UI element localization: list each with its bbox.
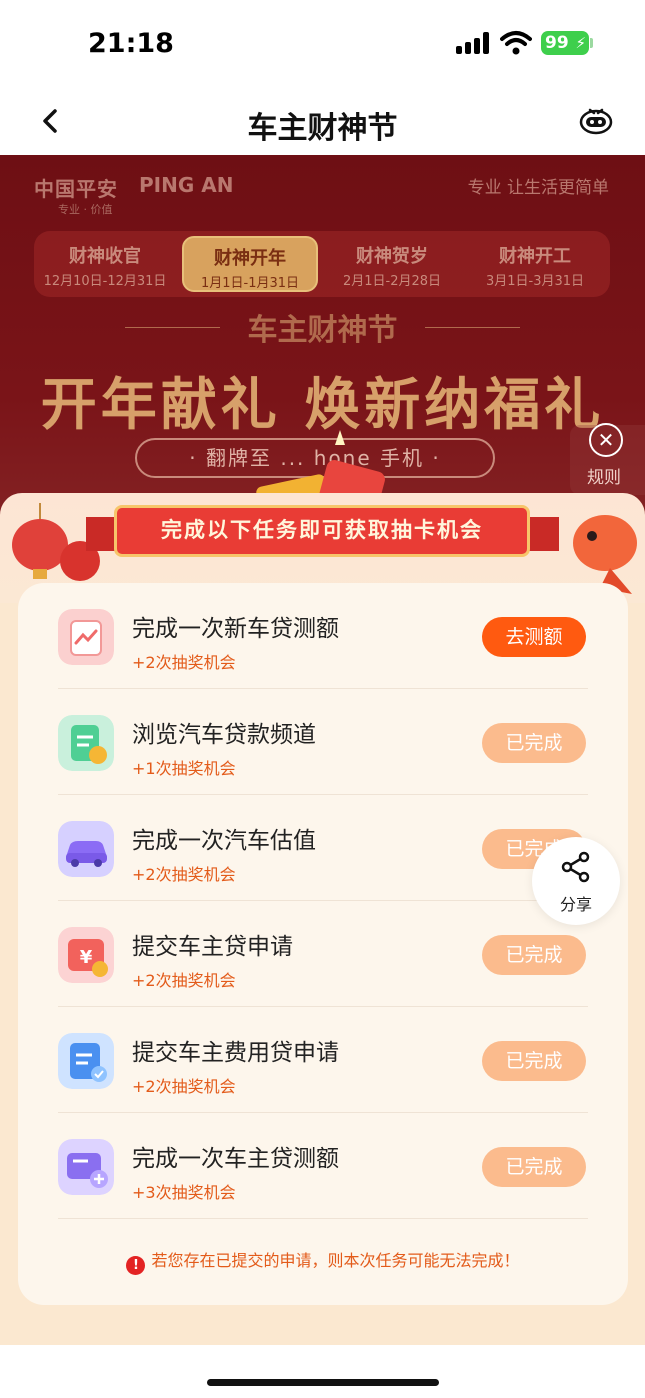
task-reward: +2次抽奖机会 [132,971,236,990]
rules-label: 规则 [587,468,621,488]
task-title: 完成一次新车贷测额 [132,616,339,642]
task-row: 完成一次新车贷测额 +2次抽奖机会 去测额 [58,583,588,689]
task-title: 提交车主费用贷申请 [132,1040,339,1066]
brand-logo-en: PING AN [139,173,234,197]
clipboard-coin-icon [58,715,114,771]
warning-icon: ! [126,1256,146,1275]
task-row: 完成一次汽车估值 +2次抽奖机会 已完成 [58,795,588,901]
phase-date: 2月1日-2月28日 [342,274,442,289]
task-list-card: 完成一次新车贷测额 +2次抽奖机会 去测额 浏览汽车贷款频道 +1次抽奖机会 已… [18,583,628,1305]
phase-name: 财神贺岁 [356,246,428,267]
robot-assistant-icon[interactable] [578,104,614,138]
task-title: 浏览汽车贷款频道 [132,722,316,748]
task-reward: +2次抽奖机会 [132,1077,236,1096]
share-button[interactable]: 分享 [532,837,620,925]
phase-tabs: 财神收官 12月10日-12月31日 财神开年 1月1日-1月31日 财神贺岁 … [34,231,610,297]
card-plus-icon [58,1139,114,1195]
car-icon [58,821,114,877]
task-reward: +3次抽奖机会 [132,1183,236,1202]
phase-name: 财神开年 [214,248,286,269]
brand-subtitle: 专业 · 价值 [58,203,113,216]
task-row: 完成一次车主贷测额 +3次抽奖机会 已完成 [58,1113,588,1219]
home-indicator[interactable] [207,1379,439,1386]
page-title: 车主财神节 [247,111,398,146]
battery-indicator: 99 ⚡ [541,31,589,55]
task-title: 完成一次汽车估值 [132,828,316,854]
phase-name: 财神开工 [499,246,571,267]
notice-text: 若您存在已提交的申请，则本次任务可能无法完成！ [151,1251,520,1270]
task-row: 提交车主费用贷申请 +2次抽奖机会 已完成 [58,1007,588,1113]
nav-bar: 车主财神节 [0,88,645,155]
notice: ! 若您存在已提交的申请，则本次任务可能无法完成！ [18,1247,628,1275]
chart-report-icon [58,609,114,665]
hero-subtitle: 车主财神节 [247,313,398,348]
phase-tab-1[interactable]: 财神收官 12月10日-12月31日 [37,236,173,292]
task-ribbon: 完成以下任务即可获取抽卡机会 [114,505,530,557]
brand-logo-cn: 中国平安 [34,177,118,201]
task-reward: +1次抽奖机会 [132,759,236,778]
bottom-area [0,1345,645,1398]
task-reward: +2次抽奖机会 [132,653,236,672]
phase-name: 财神收官 [69,246,141,267]
share-label: 分享 [559,895,592,914]
task-title: 提交车主贷申请 [132,934,293,960]
status-bar: 21:18 99 ⚡ [0,0,645,88]
share-icon [561,851,590,883]
task-title: 完成一次车主贷测额 [132,1146,339,1172]
phase-date: 12月10日-12月31日 [43,274,167,289]
task-row: ¥ 提交车主贷申请 +2次抽奖机会 已完成 [58,901,588,1007]
phase-tab-4[interactable]: 财神开工 3月1日-3月31日 [467,236,603,292]
battery-level: 99 [545,33,569,53]
document-check-icon [58,1033,114,1089]
completed-button[interactable]: 已完成 [482,935,586,975]
decor-line-right [425,327,520,328]
task-row: 浏览汽车贷款频道 +1次抽奖机会 已完成 [58,689,588,795]
wifi-icon [500,31,532,55]
rules-button[interactable]: ✕ 规则 [570,423,645,495]
brand-slogan: 专业 让生活更简单 [467,178,609,198]
status-time: 21:18 [88,28,174,59]
completed-button[interactable]: 已完成 [482,723,586,763]
phase-tab-3[interactable]: 财神贺岁 2月1日-2月28日 [324,236,460,292]
charging-bolt-icon: ⚡ [575,34,586,52]
battery-tip [590,38,593,48]
phase-date: 1月1日-1月31日 [200,276,300,291]
svg-text:¥: ¥ [80,947,93,968]
phase-tab-2[interactable]: 财神开年 1月1日-1月31日 [182,236,318,292]
phase-date: 3月1日-3月31日 [485,274,585,289]
completed-button[interactable]: 已完成 [482,1147,586,1187]
completed-button[interactable]: 已完成 [482,1041,586,1081]
yuan-calendar-icon: ¥ [58,927,114,983]
go-assess-button[interactable]: 去测额 [482,617,586,657]
task-reward: +2次抽奖机会 [132,865,236,884]
close-icon[interactable]: ✕ [589,423,623,457]
cellular-signal-icon [456,32,492,54]
